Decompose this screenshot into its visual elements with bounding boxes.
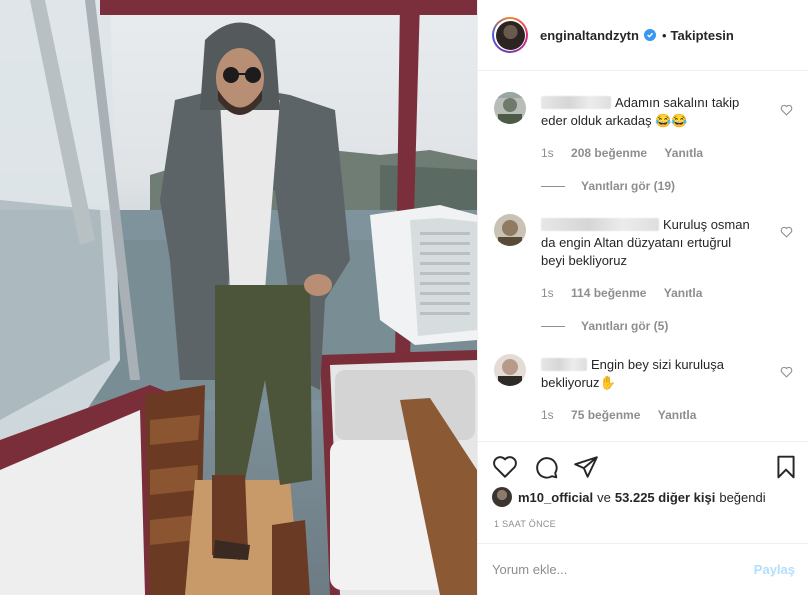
comment-meta: 1s 208 beğenme Yanıtla [541,146,717,160]
reply-button[interactable]: Yanıtla [658,408,697,422]
comment-input[interactable]: Yorum ekle... [492,562,754,577]
reply-button[interactable]: Yanıtla [664,286,703,300]
comment-likes[interactable]: 114 beğenme [571,286,646,300]
other-likers-count[interactable]: 53.225 diğer kişi [615,490,715,505]
view-replies-button[interactable]: Yanıtları gör (19) [541,179,675,193]
comment-likes[interactable]: 75 beğenme [571,408,640,422]
commenter-avatar[interactable] [494,92,526,124]
comment-likes[interactable]: 208 beğenme [571,146,647,160]
view-replies-label: Yanıtları gör (19) [581,179,676,193]
blurred-username[interactable] [541,218,659,231]
reply-button[interactable]: Yanıtla [664,146,703,160]
comment-text-block: Kuruluş osman da engin Altan düzyatanı e… [541,216,757,270]
comment-meta: 1s 114 beğenme Yanıtla [541,286,716,300]
share-paper-plane-icon[interactable] [573,454,599,480]
comment-meta: 1s 75 beğenme Yanıtla [541,408,710,422]
view-replies-button[interactable]: Yanıtları gör (5) [541,319,668,333]
commenter-avatar[interactable] [494,354,526,386]
likes-summary: m10_official ve 53.225 diğer kişi beğend… [492,487,766,507]
author-username[interactable]: enginaltandzytn [540,28,639,43]
comment-time: 1s [541,408,554,422]
like-heart-icon[interactable] [492,454,518,480]
verified-badge-icon [643,29,656,41]
heart-icon[interactable] [780,226,793,238]
likes-connector: ve [597,489,611,505]
bookmark-icon[interactable] [773,454,799,480]
post-comment-button[interactable]: Paylaş [754,562,795,577]
add-comment-bar: Yorum ekle... Paylaş [478,543,808,595]
comment-text-block: Engin bey sizi kuruluşa bekliyoruz✋ [541,356,757,392]
blurred-username[interactable] [541,358,587,371]
post-timestamp[interactable]: 1 SAAT ÖNCE [494,519,556,529]
author-avatar[interactable] [492,17,528,53]
post-header: enginaltandzytn • Takiptesin [478,0,808,71]
comment-time: 1s [541,146,554,160]
blurred-username[interactable] [541,96,611,109]
likes-suffix: beğendi [719,489,766,505]
commenter-avatar[interactable] [494,214,526,246]
comment-time: 1s [541,286,554,300]
comments-list: Adamın sakalını takip eder olduk arkadaş… [478,72,808,440]
heart-icon[interactable] [780,366,793,378]
heart-icon[interactable] [780,104,793,116]
liker-avatar[interactable] [492,487,512,507]
comment-text-block: Adamın sakalını takip eder olduk arkadaş… [541,94,757,130]
comment-bubble-icon[interactable] [533,454,559,480]
view-replies-label: Yanıtları gör (5) [581,319,669,333]
post-detail-panel: enginaltandzytn • Takiptesin Adamın saka… [477,0,808,595]
post-photo[interactable] [0,0,477,595]
boat-scene-illustration [0,0,477,595]
first-liker-username[interactable]: m10_official [518,490,593,505]
separator-dot: • [661,27,667,43]
following-button[interactable]: Takiptesin [671,28,734,43]
